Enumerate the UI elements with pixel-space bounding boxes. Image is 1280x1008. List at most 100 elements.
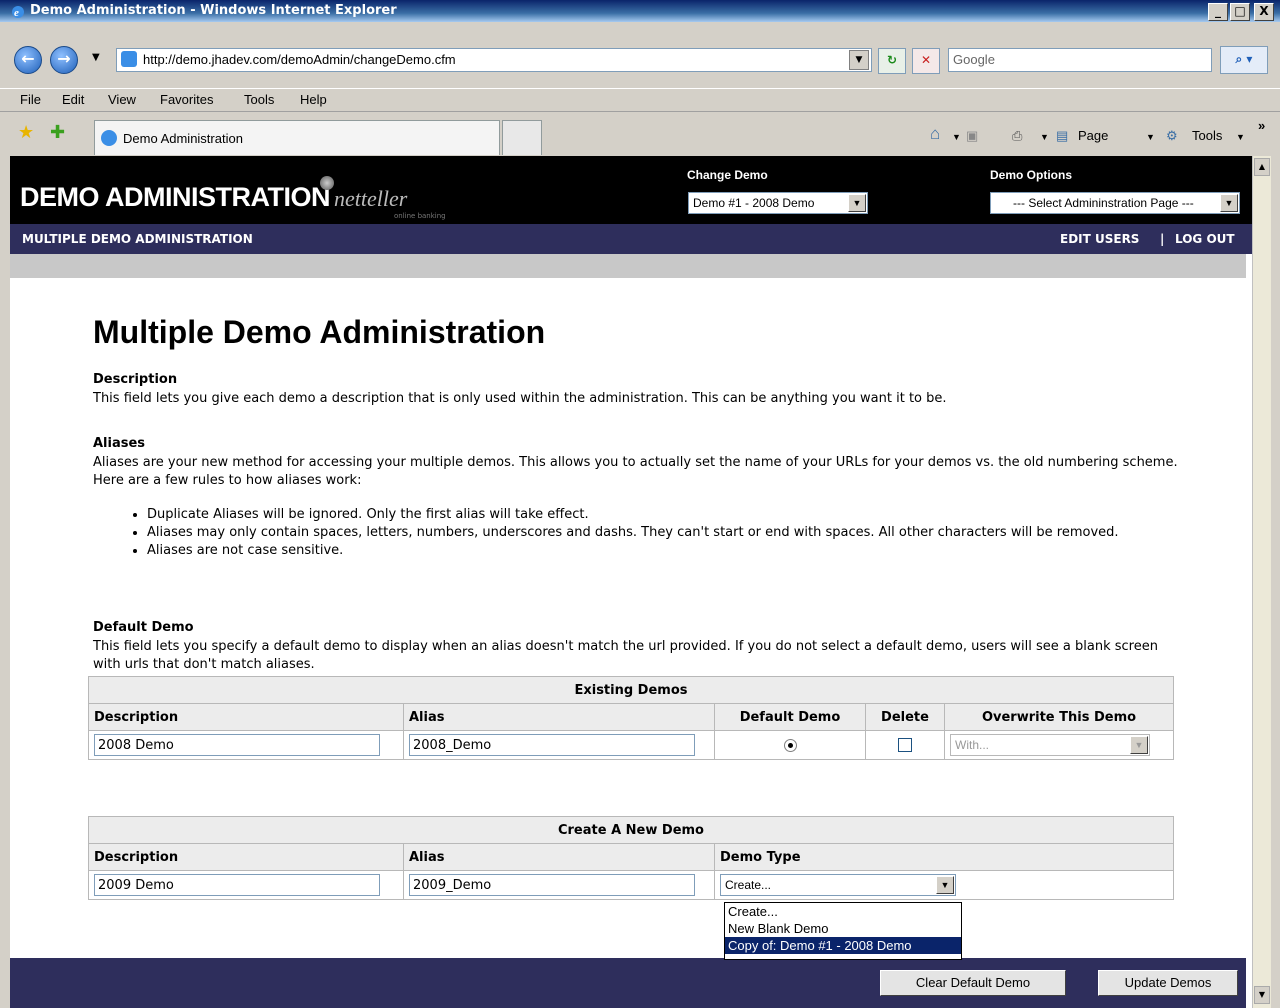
menu-tools[interactable]: Tools [244, 92, 274, 107]
change-demo-value: Demo #1 - 2008 Demo [693, 196, 815, 210]
favorites-star-icon[interactable]: ★ [18, 122, 34, 143]
ie-logo-icon: e [12, 6, 24, 19]
forward-icon[interactable]: → [50, 46, 78, 74]
change-demo-select[interactable]: Demo #1 - 2008 Demo ▼ [688, 192, 868, 214]
description-text: This field lets you give each demo a des… [93, 391, 947, 406]
alias-input[interactable]: 2008_Demo [409, 734, 695, 756]
new-tab-button[interactable] [502, 120, 542, 155]
site-header: DEMO ADMINISTRATION netteller online ban… [10, 156, 1252, 224]
demo-type-value: Create... [725, 878, 772, 892]
print-dropdown-icon[interactable]: ▼ [1040, 132, 1049, 142]
option-copy-demo[interactable]: Copy of: Demo #1 - 2008 Demo [725, 937, 961, 954]
address-field[interactable]: http://demo.jhadev.com/demoAdmin/changeD… [116, 48, 872, 72]
edit-users-link[interactable]: EDIT USERS [1060, 232, 1139, 246]
address-dropdown-icon[interactable]: ▼ [849, 50, 869, 70]
overwrite-value: With... [955, 738, 990, 752]
default-demo-cell [714, 730, 866, 760]
demo-type-select[interactable]: Create... ▼ [720, 874, 956, 896]
toolbar-overflow-icon[interactable]: » [1258, 118, 1265, 133]
delete-checkbox[interactable] [898, 738, 912, 752]
menu-favorites[interactable]: Favorites [160, 92, 213, 107]
default-demo-text: This field lets you specify a default de… [93, 639, 1158, 672]
default-demo-title: Default Demo [93, 620, 194, 635]
print-icon[interactable]: ⎙ [1012, 128, 1022, 144]
page-dropdown-icon[interactable]: ▼ [1146, 132, 1155, 142]
minimize-button[interactable]: _ [1208, 3, 1228, 21]
menu-help[interactable]: Help [300, 92, 327, 107]
aliases-title: Aliases [93, 436, 146, 451]
home-dropdown-icon[interactable]: ▼ [952, 132, 961, 142]
menu-bar: File Edit View Favorites Tools Help [0, 88, 1280, 112]
change-demo-label: Change Demo [687, 168, 768, 182]
tools-menu[interactable]: Tools [1192, 128, 1222, 143]
list-item: Duplicate Aliases will be ignored. Only … [147, 506, 1225, 524]
alias-rules-list: Duplicate Aliases will be ignored. Only … [93, 506, 1225, 560]
search-icon[interactable]: ⌕ ▾ [1220, 46, 1268, 74]
column-header: Description [88, 703, 404, 731]
description-title: Description [93, 372, 178, 387]
menu-view[interactable]: View [108, 92, 136, 107]
delete-cell [865, 730, 945, 760]
chevron-down-icon: ▼ [1220, 194, 1238, 212]
page-menu-icon[interactable]: ▤ [1056, 128, 1068, 144]
logout-link[interactable]: LOG OUT [1175, 232, 1235, 246]
tools-dropdown-icon[interactable]: ▼ [1236, 132, 1245, 142]
page-footer: Clear Default Demo Update Demos [10, 958, 1246, 1008]
column-header: Description [88, 843, 404, 871]
window-title: Demo Administration - Windows Internet E… [30, 3, 397, 18]
add-favorite-icon[interactable]: ✚ [50, 122, 65, 143]
page-content: Multiple Demo Administration Description… [10, 278, 1246, 956]
home-icon[interactable]: ⌂ [930, 124, 940, 144]
description-input[interactable]: 2008 Demo [94, 734, 380, 756]
demo-options-label: Demo Options [990, 168, 1073, 182]
chevron-down-icon: ▼ [936, 876, 954, 894]
new-alias-input[interactable]: 2009_Demo [409, 874, 695, 896]
aliases-text: Aliases are your new method for accessin… [93, 455, 1178, 488]
window-title-bar: e Demo Administration - Windows Internet… [0, 0, 1280, 22]
menu-file[interactable]: File [20, 92, 41, 107]
table-row: 2009 Demo 2009_Demo Create... ▼ [88, 870, 1174, 900]
nav-title: MULTIPLE DEMO ADMINISTRATION [22, 232, 253, 246]
back-icon[interactable]: ← [14, 46, 42, 74]
site-logo: DEMO ADMINISTRATION [20, 182, 330, 212]
chevron-down-icon: ▼ [848, 194, 866, 212]
new-description-input[interactable]: 2009 Demo [94, 874, 380, 896]
tab-title: Demo Administration [123, 131, 243, 146]
column-header: Alias [403, 703, 715, 731]
menu-edit[interactable]: Edit [62, 92, 84, 107]
maximize-button[interactable]: □ [1230, 3, 1250, 21]
existing-demos-table: Existing Demos Description Alias Default… [88, 676, 1174, 760]
overwrite-cell: With... ▼ [944, 730, 1174, 760]
gear-icon[interactable]: ⚙ [1166, 128, 1178, 144]
feeds-icon[interactable]: ▣ [966, 128, 978, 144]
search-placeholder: Google [953, 52, 995, 67]
page-menu[interactable]: Page [1078, 128, 1108, 143]
create-demo-table: Create A New Demo Description Alias Demo… [88, 816, 1174, 900]
close-button[interactable]: X [1254, 3, 1274, 21]
demo-options-select[interactable]: --- Select Admininstration Page --- ▼ [990, 192, 1240, 214]
stop-icon[interactable]: ✕ [912, 48, 940, 74]
page-icon [121, 51, 137, 67]
vertical-scrollbar[interactable]: ▲ ▼ [1252, 156, 1271, 1008]
column-header: Delete [865, 703, 945, 731]
nav-separator: | [1160, 232, 1165, 246]
scroll-up-icon[interactable]: ▲ [1254, 158, 1270, 176]
gray-band [10, 254, 1246, 278]
table-caption: Create A New Demo [88, 816, 1174, 844]
recent-pages-chevron-icon[interactable]: ▼ [92, 52, 100, 63]
column-header: Overwrite This Demo [944, 703, 1174, 731]
default-demo-radio[interactable] [783, 738, 797, 752]
alias-cell: 2008_Demo [403, 730, 715, 760]
brand-name: netteller [334, 186, 408, 211]
page-viewport: DEMO ADMINISTRATION netteller online ban… [10, 156, 1252, 1008]
search-input[interactable]: Google [948, 48, 1212, 72]
option-create[interactable]: Create... [725, 903, 961, 920]
update-demos-button[interactable]: Update Demos [1098, 970, 1238, 996]
option-new-blank-demo[interactable]: New Blank Demo [725, 920, 961, 937]
overwrite-select[interactable]: With... ▼ [950, 734, 1150, 756]
scroll-down-icon[interactable]: ▼ [1254, 986, 1270, 1004]
tab-demo-administration[interactable]: Demo Administration [94, 120, 500, 155]
description-cell: 2008 Demo [88, 730, 404, 760]
refresh-icon[interactable]: ↻ [878, 48, 906, 74]
clear-default-demo-button[interactable]: Clear Default Demo [880, 970, 1066, 996]
